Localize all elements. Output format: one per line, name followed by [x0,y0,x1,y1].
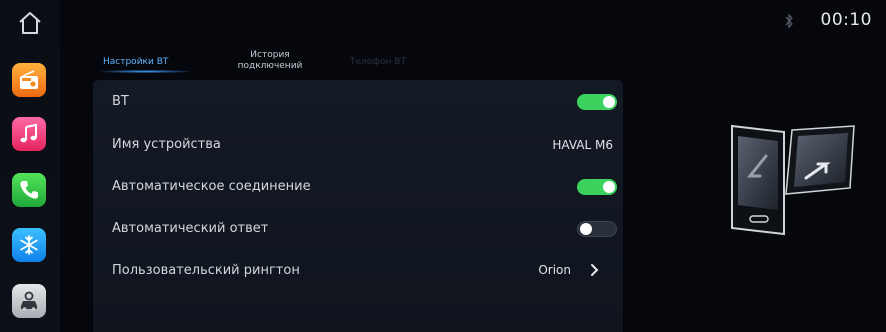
setting-label-bt: BT [112,94,129,109]
vehicle-settings-app-button[interactable] [12,284,46,318]
setting-label-auto-answer: Автоматический ответ [112,221,269,236]
auto-answer-toggle[interactable] [577,221,617,237]
toggle-knob [580,223,592,235]
phone-app-button[interactable] [12,173,46,207]
setting-row-device-name[interactable]: Имя устройства HAVAL M6 [93,124,623,166]
setting-row-ringtone[interactable]: Пользовательский рингтон Orion [93,250,623,292]
radio-app-button[interactable] [12,63,46,97]
radio-icon [20,70,38,89]
ringtone-value: Orion [538,263,571,277]
device-name-value: HAVAL M6 [552,138,613,152]
tab-connection-history[interactable]: История подключений [222,50,318,72]
tab-bt-settings[interactable]: Настройки BT [103,57,168,68]
music-app-button[interactable] [12,117,46,151]
snowflake-icon [20,235,38,255]
tab-bt-phone[interactable]: Телефон BT [350,57,406,68]
chevron-right-icon[interactable] [589,262,599,278]
phone-transfer-illustration [731,124,855,236]
setting-label-auto-connect: Автоматическое соединение [112,179,311,194]
tab-history-line2: подключений [237,61,303,71]
bt-toggle[interactable] [577,94,617,110]
setting-row-auto-connect[interactable]: Автоматическое соединение [93,166,623,208]
toggle-knob [603,96,615,108]
tab-history-line1: История [250,50,290,60]
active-tab-indicator [101,70,189,73]
home-icon[interactable] [17,10,43,36]
car-settings-icon [21,291,37,311]
status-bar: 00:10 [60,0,886,44]
setting-label-ringtone: Пользовательский рингтон [112,263,300,278]
setting-row-bt[interactable]: BT [93,81,623,123]
climate-app-button[interactable] [12,228,46,262]
setting-row-auto-answer[interactable]: Автоматический ответ [93,208,623,250]
setting-label-device-name: Имя устройства [112,137,221,152]
clock: 00:10 [820,10,872,30]
toggle-knob [603,181,615,193]
app-dock [0,0,60,332]
phone-icon [20,181,38,199]
bluetooth-icon [785,13,793,29]
music-note-icon [20,123,37,143]
auto-connect-toggle[interactable] [577,179,617,195]
